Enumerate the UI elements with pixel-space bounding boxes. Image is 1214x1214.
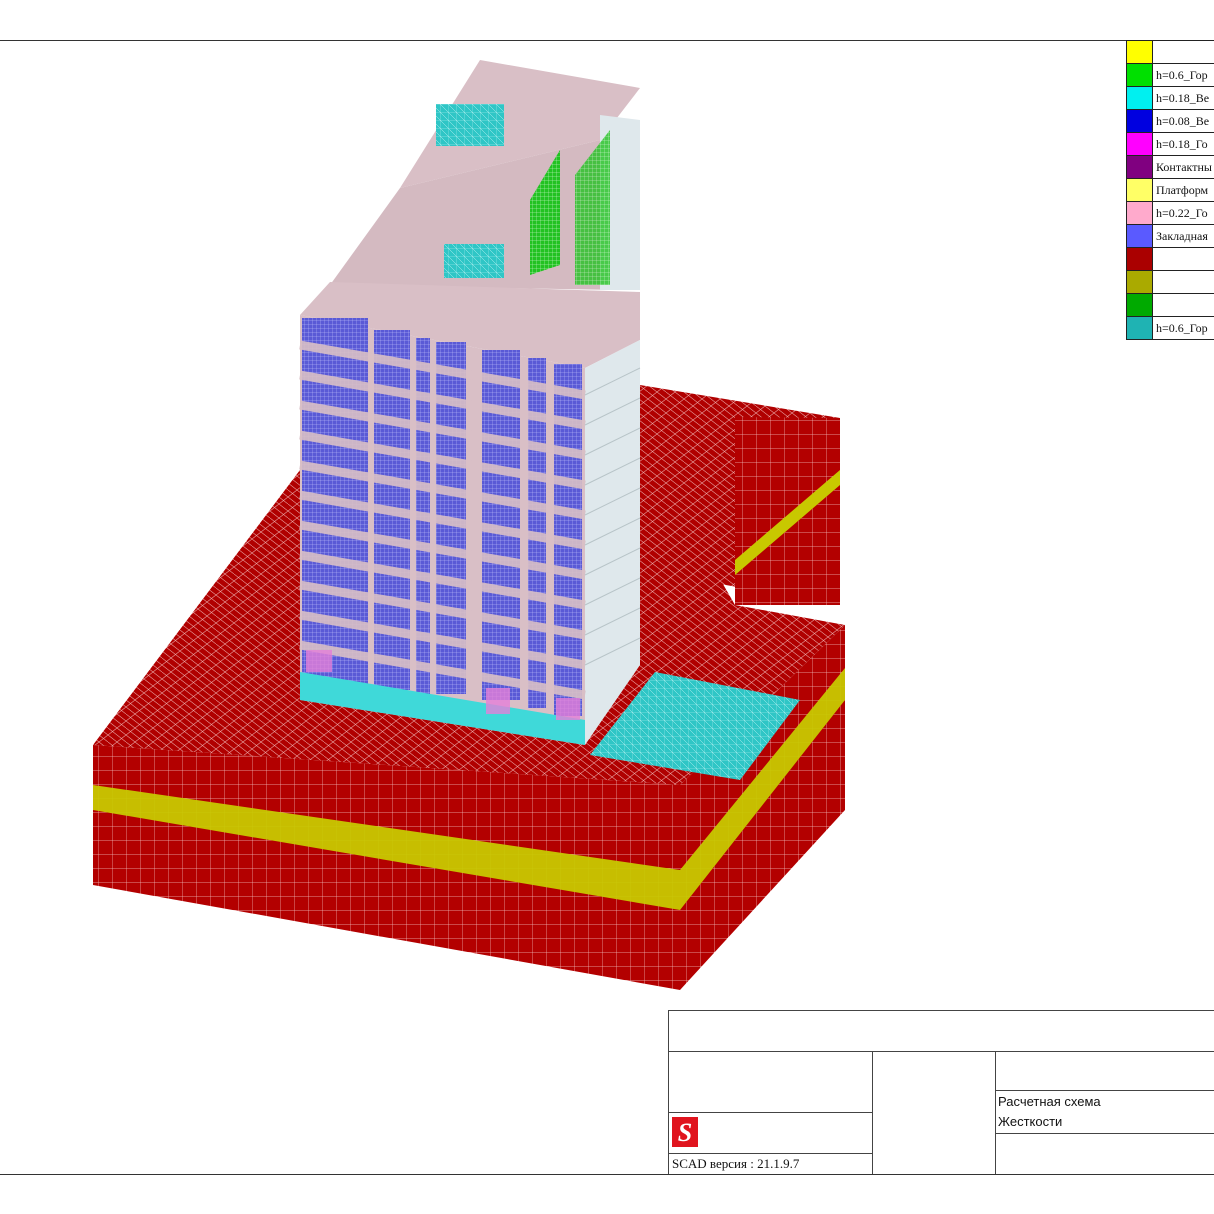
legend-row: h=0.22_Го	[1127, 202, 1214, 225]
legend-row: h=0.18_Ве	[1127, 87, 1214, 110]
legend-row: Контактны	[1127, 156, 1214, 179]
scad-version: SCAD версия : 21.1.9.7	[672, 1156, 800, 1171]
tb-left-line	[668, 1010, 669, 1174]
legend-row	[1127, 41, 1214, 64]
tb-line-h3	[668, 1112, 872, 1113]
tb-line-h4	[668, 1153, 872, 1154]
legend-row: h=0.6_Гор	[1127, 64, 1214, 87]
legend-label: h=0.6_Гор	[1156, 321, 1208, 335]
legend-label: Платформ	[1156, 183, 1209, 197]
legend-swatch	[1127, 64, 1153, 86]
model-view[interactable]	[0, 0, 1214, 1214]
scad-logo-letter: S	[678, 1118, 692, 1147]
legend-row: h=0.08_Ве	[1127, 110, 1214, 133]
tb-line-h6	[995, 1133, 1214, 1134]
legend-swatch	[1127, 294, 1153, 316]
title-line-2: Жесткости	[998, 1114, 1063, 1129]
building-tower	[299, 282, 641, 745]
legend-swatch	[1127, 317, 1153, 339]
tb-line-h2	[668, 1051, 1214, 1052]
legend-label: Контактны	[1156, 160, 1212, 174]
legend-label: h=0.08_Ве	[1156, 114, 1210, 128]
legend-swatch	[1127, 179, 1153, 201]
legend-label: h=0.6_Гор	[1156, 68, 1208, 82]
tb-line-h5	[995, 1090, 1214, 1091]
legend-label: h=0.18_Го	[1156, 137, 1208, 151]
legend-swatch	[1127, 87, 1153, 109]
legend-swatch	[1127, 156, 1153, 178]
title-line-1: Расчетная схема	[998, 1094, 1101, 1109]
legend-label	[1153, 41, 1156, 63]
legend-swatch	[1127, 225, 1153, 247]
legend-swatch	[1127, 41, 1153, 63]
legend-label: Закладная	[1156, 229, 1208, 243]
soil-block-front-face	[93, 745, 680, 990]
tb-line-v2	[872, 1051, 873, 1174]
legend-swatch	[1127, 248, 1153, 270]
legend-swatch	[1127, 271, 1153, 293]
building-upper	[330, 60, 640, 290]
stiffness-legend: h=0.6_Гор h=0.18_Ве h=0.08_Ве h=0.18_Го Конт…	[1126, 40, 1214, 340]
legend-row	[1127, 271, 1214, 294]
legend-row: Закладная	[1127, 225, 1214, 248]
legend-swatch	[1127, 110, 1153, 132]
legend-row: h=0.6_Гор	[1127, 317, 1214, 340]
tb-top-line	[668, 1010, 1214, 1011]
legend-label: h=0.18_Ве	[1156, 91, 1210, 105]
legend-label	[1153, 248, 1156, 270]
tb-line-v3	[995, 1051, 996, 1174]
legend-label	[1153, 294, 1156, 316]
legend-swatch	[1127, 133, 1153, 155]
legend-row	[1127, 248, 1214, 271]
legend-row	[1127, 294, 1214, 317]
legend-row: h=0.18_Го	[1127, 133, 1214, 156]
scad-logo: S	[672, 1117, 698, 1147]
legend-swatch	[1127, 202, 1153, 224]
legend-row: Платформ	[1127, 179, 1214, 202]
legend-label: h=0.22_Го	[1156, 206, 1208, 220]
legend-label	[1153, 271, 1156, 293]
